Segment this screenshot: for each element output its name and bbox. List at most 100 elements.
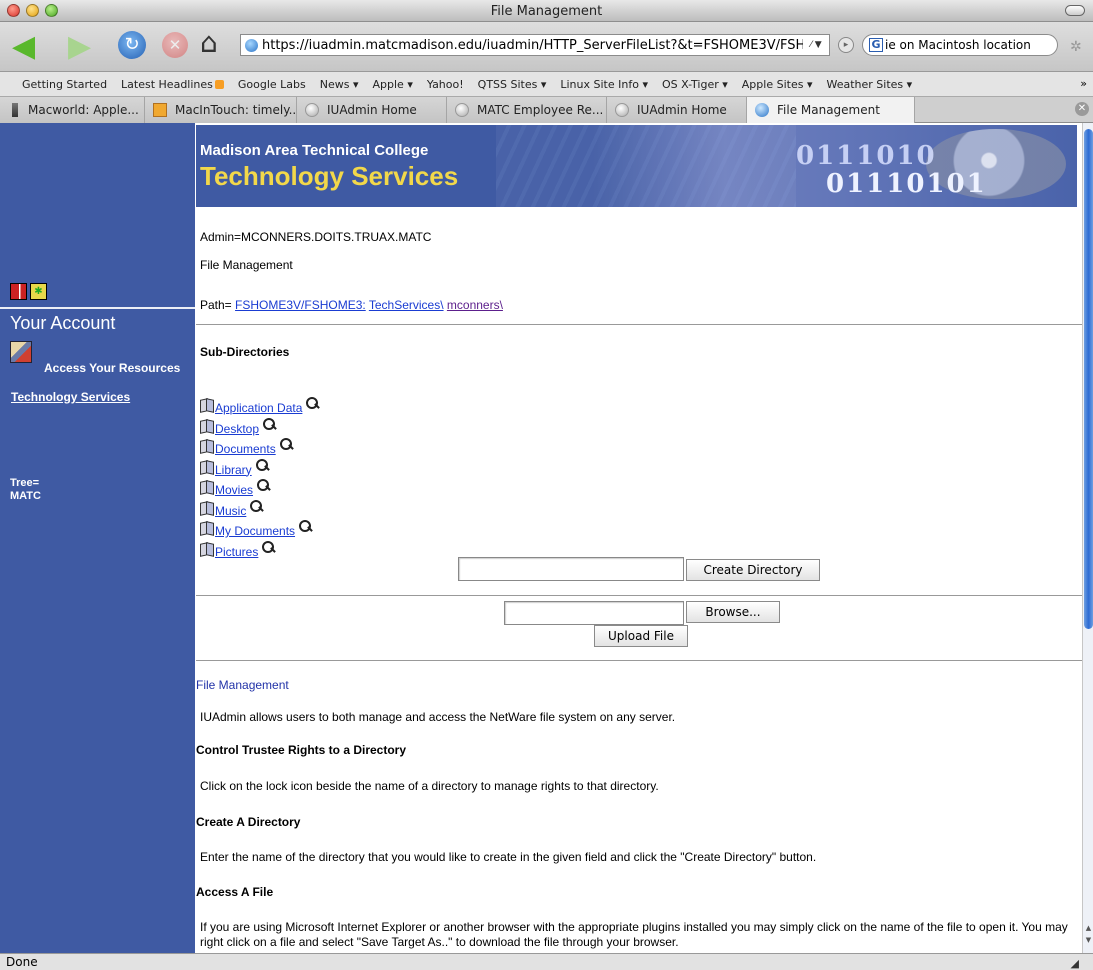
tab-bar: Macworld: Apple... MacInTouch: timely... I… — [0, 97, 1093, 123]
directory-link[interactable]: Music — [215, 504, 246, 518]
magnifier-icon[interactable] — [261, 540, 275, 555]
browser-tab[interactable]: Macworld: Apple... — [0, 97, 145, 123]
resize-grip-icon[interactable]: ◢ — [1071, 956, 1079, 970]
bookmark-item[interactable]: Google Labs — [238, 78, 306, 91]
address-bar[interactable]: https://iuadmin.matcmadison.edu/iuadmin/… — [240, 34, 830, 56]
divider — [196, 660, 1082, 661]
bookmark-item[interactable]: OS X-Tiger ▾ — [662, 78, 728, 91]
bookmark-item[interactable]: Linux Site Info ▾ — [560, 78, 648, 91]
resources-icon[interactable] — [10, 341, 32, 363]
magnifier-icon[interactable] — [298, 520, 312, 534]
directory-book-icon[interactable] — [200, 502, 214, 514]
bookmark-label: News ▾ — [319, 77, 359, 91]
directory-link[interactable]: Application Data — [215, 401, 302, 415]
rss-feed-icon — [214, 79, 224, 89]
exit-icon[interactable] — [10, 283, 27, 300]
help-text: If you are using Microsoft Internet Expl… — [200, 920, 1068, 949]
magnifier-icon[interactable] — [262, 417, 276, 432]
breadcrumb: Path= FSHOME3V/FSHOME3: TechServices\ mc… — [200, 298, 503, 312]
bookmark-item[interactable]: Yahoo! — [427, 78, 464, 91]
scroll-down-arrow-icon[interactable]: ▼ — [1084, 935, 1093, 945]
magnifier-icon[interactable] — [255, 458, 269, 473]
macworld-icon — [12, 103, 18, 117]
path-label: Path= — [200, 298, 232, 312]
magnifier-icon[interactable] — [256, 479, 270, 493]
macintouch-icon — [153, 103, 167, 117]
bookmark-item[interactable]: Weather Sites ▾ — [826, 78, 912, 91]
close-tab-icon[interactable]: ✕ — [1075, 102, 1089, 116]
url-dropdown-icon[interactable]: ⁄ ▼ — [803, 40, 829, 50]
browse-button[interactable]: Browse... — [686, 601, 780, 623]
bookmarks-more-button[interactable]: » — [1080, 77, 1087, 90]
magnifier-icon[interactable] — [305, 397, 319, 411]
bookmark-label: Weather Sites ▾ — [826, 77, 913, 91]
help-text: Enter the name of the directory that you… — [200, 850, 817, 864]
tab-label: File Management — [777, 103, 880, 117]
directory-link[interactable]: Desktop — [215, 422, 259, 436]
directory-link[interactable]: Documents — [215, 442, 276, 456]
browser-tab[interactable]: File Management — [747, 97, 915, 123]
reload-icon[interactable]: ↻ — [118, 31, 146, 59]
search-text[interactable]: ie on Macintosh location — [885, 38, 1031, 52]
bookmark-label: Google Labs — [237, 77, 306, 91]
bookmark-item[interactable]: QTSS Sites ▾ — [478, 78, 547, 91]
your-account-heading: Your Account — [10, 313, 116, 333]
tree-label: Tree= — [10, 477, 40, 489]
magnifier-icon[interactable] — [249, 499, 263, 514]
directory-book-icon[interactable] — [200, 420, 214, 432]
directory-link[interactable]: Library — [215, 463, 252, 477]
vertical-scrollbar[interactable]: ▲ ▼ — [1082, 123, 1093, 953]
directory-book-icon[interactable] — [200, 440, 214, 452]
directory-link[interactable]: Movies — [215, 483, 253, 497]
browser-tab[interactable]: MacInTouch: timely... — [145, 97, 297, 123]
directory-book-icon[interactable] — [200, 481, 214, 493]
google-search-icon[interactable]: G — [869, 38, 883, 52]
search-field[interactable]: G ie on Macintosh location — [862, 34, 1058, 56]
sidebar: ✱ Your Account Access Your Resources Tec… — [0, 123, 195, 953]
directory-link[interactable]: Pictures — [215, 545, 258, 559]
browser-tab[interactable]: IUAdmin Home — [297, 97, 447, 123]
folder-icon[interactable]: ✱ — [30, 283, 47, 300]
directory-book-icon[interactable] — [200, 522, 214, 534]
access-resources-link[interactable]: Access Your Resources — [44, 361, 180, 375]
bookmark-item[interactable]: Apple Sites ▾ — [742, 78, 813, 91]
home-icon[interactable]: ⌂ — [200, 28, 218, 58]
tab-label: MATC Employee Re... — [477, 103, 604, 117]
bookmark-item[interactable]: News ▾ — [320, 78, 359, 91]
browser-tab[interactable]: MATC Employee Re... — [447, 97, 607, 123]
bookmark-label: OS X-Tiger ▾ — [661, 77, 728, 91]
scrollbar-thumb[interactable] — [1084, 129, 1093, 629]
directory-link[interactable]: My Documents — [215, 524, 295, 538]
list-item: Movies — [200, 479, 319, 500]
scroll-up-arrow-icon[interactable]: ▲ — [1084, 923, 1093, 933]
sidebar-divider — [0, 307, 195, 309]
browser-tab[interactable]: IUAdmin Home — [607, 97, 747, 123]
bookmark-item[interactable]: Apple ▾ — [373, 78, 413, 91]
tab-label: MacInTouch: timely... — [175, 103, 297, 117]
url-text[interactable]: https://iuadmin.matcmadison.edu/iuadmin/… — [262, 38, 803, 53]
back-arrow-icon[interactable]: ◀ — [12, 32, 35, 62]
stop-icon[interactable]: ✕ — [162, 32, 188, 58]
bookmark-item[interactable]: Latest Headlines — [121, 78, 224, 91]
directory-book-icon[interactable] — [200, 543, 214, 555]
file-path-input[interactable] — [504, 601, 684, 625]
path-segment-link[interactable]: mconners\ — [447, 298, 503, 312]
directory-book-icon[interactable] — [200, 461, 214, 473]
bookmark-item[interactable]: Getting Started — [22, 78, 107, 91]
technology-services-link[interactable]: Technology Services — [11, 390, 130, 404]
path-segment-link[interactable]: TechServices\ — [369, 298, 444, 312]
create-directory-button[interactable]: Create Directory — [686, 559, 820, 581]
window-titlebar: File Management — [0, 0, 1093, 22]
directory-book-icon[interactable] — [200, 399, 214, 411]
forward-arrow-icon[interactable]: ▶ — [68, 32, 91, 62]
list-item: Application Data — [200, 397, 319, 418]
go-icon[interactable]: ▸ — [838, 37, 854, 53]
path-segment-link[interactable]: FSHOME3V/FSHOME3: — [235, 298, 366, 312]
bookmark-label: Getting Started — [22, 77, 108, 91]
toolbar-toggle-button[interactable] — [1065, 5, 1085, 16]
magnifier-icon[interactable] — [279, 438, 293, 452]
upload-file-button[interactable]: Upload File — [594, 625, 688, 647]
directory-list: Application Data Desktop Documents Library M… — [200, 397, 319, 561]
directory-name-input[interactable] — [458, 557, 684, 581]
list-item: Desktop — [200, 417, 319, 439]
